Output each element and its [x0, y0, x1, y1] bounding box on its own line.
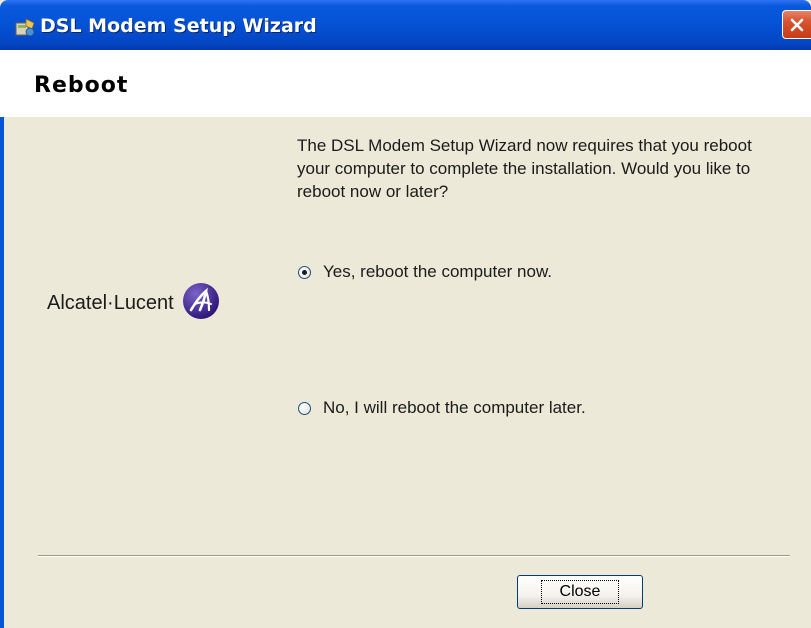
window-title: DSL Modem Setup Wizard [40, 15, 317, 37]
page-title: Reboot [34, 73, 129, 98]
option-reboot-later-label: No, I will reboot the computer later. [323, 398, 586, 417]
wizard-window: DSL Modem Setup Wizard Reboot Alcatel·Lu… [0, 0, 811, 628]
option-reboot-now[interactable]: Yes, reboot the computer now. [298, 262, 552, 282]
footer-divider [38, 555, 790, 557]
window-close-button[interactable] [782, 10, 811, 39]
reboot-message: The DSL Modem Setup Wizard now requires … [297, 136, 752, 201]
close-button[interactable]: Close [517, 575, 643, 609]
option-reboot-now-label: Yes, reboot the computer now. [323, 262, 553, 281]
close-button-label: Close [540, 580, 620, 604]
wizard-header: Reboot [0, 50, 811, 117]
alcatel-lucent-logo-icon [182, 282, 220, 324]
title-bar[interactable]: DSL Modem Setup Wizard [0, 0, 811, 50]
wizard-app-icon [14, 17, 36, 39]
brand-logo: Alcatel·Lucent [47, 283, 220, 323]
brand-logo-text: Alcatel·Lucent [47, 291, 174, 314]
header-divider [0, 116, 811, 117]
window-left-border [0, 50, 4, 628]
radio-reboot-now[interactable] [298, 265, 311, 279]
option-reboot-later[interactable]: No, I will reboot the computer later. [298, 398, 586, 418]
radio-reboot-later[interactable] [298, 401, 311, 415]
